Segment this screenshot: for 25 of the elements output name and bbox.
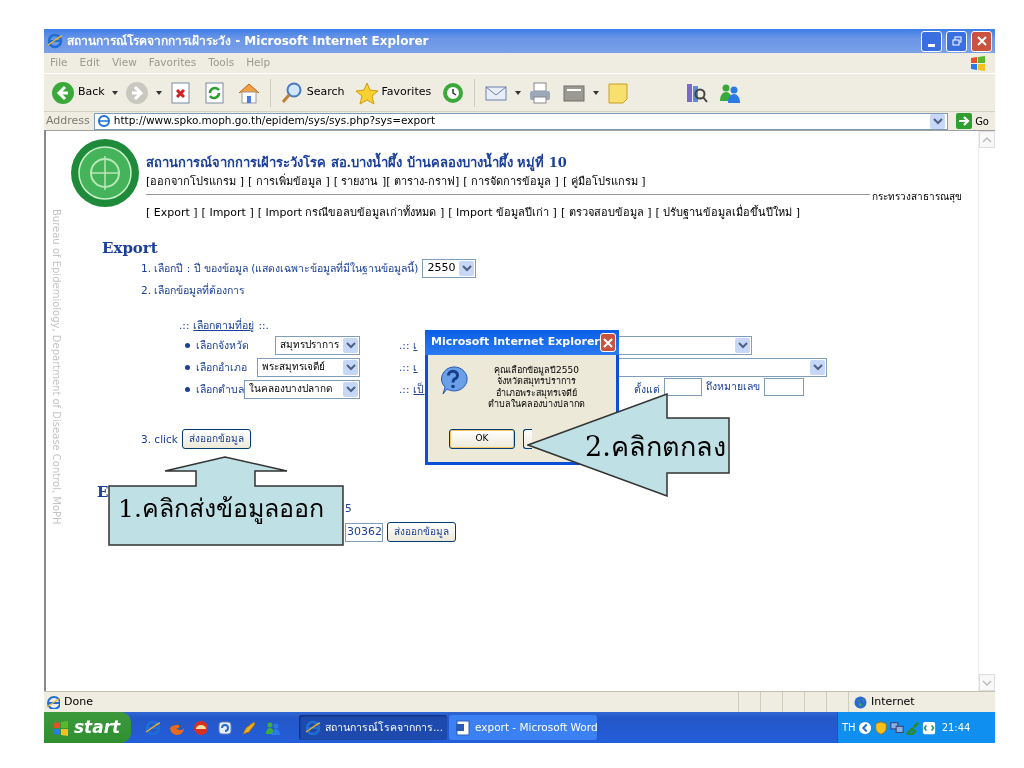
window-title: สถานการณ์โรคจากการเฝ้าระวัง - Microsoft Internet Explorer [67,33,430,50]
separator-text: .:: [399,338,410,352]
section-heading: E [97,483,109,501]
field-label: ตั้งแต่ [634,382,661,396]
separator-text: .:: [399,382,410,396]
section-heading: Export [102,239,158,257]
field-label: เลือกอำเภอ [196,360,247,374]
separator-text: .:: [399,360,410,374]
field-label: เลือกตำบล [196,382,244,396]
field-label: เลือกจังหวัด [196,338,249,352]
step-text: 1. เลือกปี : ปี ของข้อมูล (แสดงเฉพาะข้อมูลที่มีในฐานข้อมูลนี้) [141,261,419,275]
callout-text: 2.คลิกตกลง [585,430,726,464]
clock: 21:44 [941,721,971,735]
step-text: 3. click [141,432,178,446]
ministry-label: กระทรวงสาธารณสุข [872,191,962,203]
status-text: Done [44,693,738,711]
separator-text: .:: [179,318,190,332]
callout-text: 1.คลิกส่งข้อมูลออก [118,493,324,526]
dialog-message: คุณเลือกข้อมูลปี2550 จังหวัดสมุทรปราการ อำเภอพระสมุทรเจดีย์ ตำบลในคลองบางปลากด [488,365,585,410]
address-label: Address [46,112,90,129]
partial-text: 5 [345,502,352,516]
dialog-title: Microsoft Internet Explorer [431,334,600,351]
step-text: 2. เลือกข้อมูลที่ต้องการ [141,283,246,297]
field-label: ถึงหมายเลข [706,380,761,393]
separator-text: ::. [258,318,269,332]
